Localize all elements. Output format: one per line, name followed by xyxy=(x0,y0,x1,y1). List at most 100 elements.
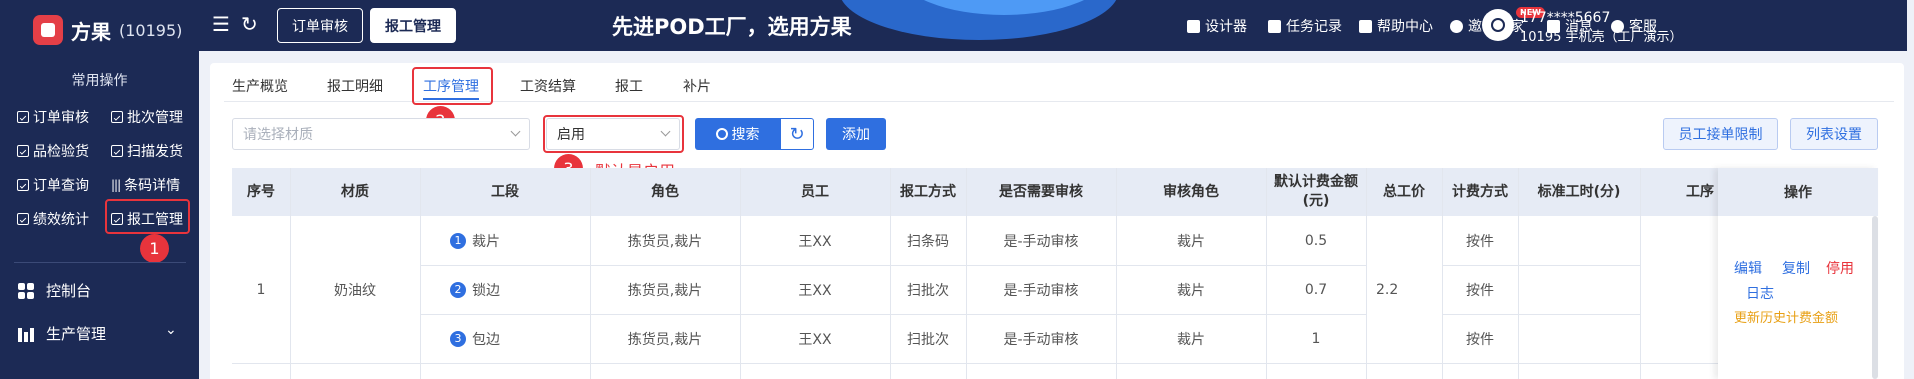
menu-icon[interactable]: ☰ xyxy=(212,12,230,36)
annotation-box-1 xyxy=(105,199,190,234)
annotation-badge-1: 1 xyxy=(140,234,169,263)
sidebar-item-dashboard[interactable]: 控制台 xyxy=(18,280,91,301)
barcode-icon: ||| xyxy=(111,178,121,192)
refresh-icon[interactable]: ↻ xyxy=(241,12,258,36)
search-icon xyxy=(715,128,728,140)
disable-link[interactable]: 停用 xyxy=(1826,258,1854,278)
cell-review-role: 裁片 xyxy=(1177,233,1205,250)
cell-report-method: 扫条码 xyxy=(907,233,949,250)
header-link-help[interactable]: 帮助中心 xyxy=(1359,16,1433,36)
brand[interactable]: 方果 (10195) xyxy=(33,13,182,47)
copy-link[interactable]: 复制 xyxy=(1782,258,1810,278)
user-phone[interactable]: 177****5667 xyxy=(1520,10,1610,26)
user-icon xyxy=(1491,18,1505,32)
list-icon xyxy=(1268,19,1281,33)
cell-billing: 按件 xyxy=(1466,233,1494,250)
cell-staff: 王XX xyxy=(798,233,832,250)
staff-order-limit-button[interactable]: 员工接单限制 xyxy=(1663,118,1778,150)
chevron-down-icon xyxy=(510,126,521,137)
cell-need-review: 是-手动审核 xyxy=(1003,331,1079,348)
list-settings-button[interactable]: 列表设置 xyxy=(1790,118,1878,150)
cell-material: 奶油纹 xyxy=(334,282,376,299)
quick-item-order-review[interactable]: 订单审核 xyxy=(17,107,89,127)
sidebar-item-production[interactable]: 生产管理 xyxy=(18,323,106,344)
header-link-task-log[interactable]: 任务记录 xyxy=(1268,16,1342,36)
cell-step: 2 锁边 xyxy=(450,265,590,314)
col-header-staff: 员工 xyxy=(801,183,829,200)
avatar[interactable] xyxy=(1482,9,1514,41)
cell-report-method: 扫批次 xyxy=(907,282,949,299)
quick-item-barcode-detail[interactable]: ||| 条码详情 xyxy=(111,175,180,195)
document-icon xyxy=(111,111,123,123)
header-edge xyxy=(1907,0,1914,51)
cell-role: 拣货员,裁片 xyxy=(627,282,703,299)
quick-item-performance-stats[interactable]: 绩效统计 xyxy=(17,209,89,229)
cell-default-amount: 0.5 xyxy=(1304,232,1328,249)
cell-staff: 王XX xyxy=(798,331,832,348)
col-header-material: 材质 xyxy=(341,183,369,200)
annotation-box-2 xyxy=(412,67,493,105)
add-button[interactable]: 添加 xyxy=(826,118,886,150)
brand-name: 方果 xyxy=(71,19,111,44)
chevron-down-icon[interactable]: ⌄ xyxy=(165,322,177,338)
material-select[interactable]: 请选择材质 xyxy=(232,118,530,150)
tab-wage-settlement[interactable]: 工资结算 xyxy=(520,76,576,96)
col-header-billing: 计费方式 xyxy=(1452,183,1508,200)
help-icon xyxy=(1359,19,1372,33)
tab-production-overview[interactable]: 生产概览 xyxy=(232,76,288,96)
header-link-designer[interactable]: 设计器 xyxy=(1187,16,1247,36)
table-scrollbar[interactable] xyxy=(1872,216,1878,379)
page-scrollbar-track[interactable] xyxy=(1906,55,1914,379)
cell-step: 3 包边 xyxy=(450,314,590,363)
col-header-default-amount: 默认计费金额(元) xyxy=(1274,174,1358,209)
cell-default-amount: 0.7 xyxy=(1304,281,1328,298)
col-header-total-price: 总工价 xyxy=(1383,183,1425,200)
step-number-badge: 2 xyxy=(450,281,466,298)
production-icon xyxy=(18,326,34,342)
dashboard-icon xyxy=(18,282,34,299)
header-tab-report-manage[interactable]: 报工管理 xyxy=(370,8,456,43)
col-header-step: 工段 xyxy=(491,183,519,200)
tab-report[interactable]: 报工 xyxy=(615,76,643,96)
update-history-amount-link[interactable]: 更新历史计费金额 xyxy=(1734,307,1838,326)
col-header-index: 序号 xyxy=(247,183,275,200)
quick-item-scan-ship[interactable]: 扫描发货 xyxy=(111,141,183,161)
col-header-ops: 操作 xyxy=(1718,168,1878,216)
col-header-review-role: 审核角色 xyxy=(1163,183,1219,200)
ops-column: 操作 编辑 复制 停用 日志 更新历史计费金额 xyxy=(1718,168,1878,379)
edit-link[interactable]: 编辑 xyxy=(1734,258,1762,278)
cell-billing: 按件 xyxy=(1466,331,1494,348)
header-tab-order-review[interactable]: 订单审核 xyxy=(277,8,363,43)
quick-item-batch-manage[interactable]: 批次管理 xyxy=(111,107,183,127)
cell-review-role: 裁片 xyxy=(1177,282,1205,299)
log-link[interactable]: 日志 xyxy=(1746,283,1774,303)
user-account[interactable]: 10195 手机壳（工厂演示） xyxy=(1520,26,1683,45)
tab-report-detail[interactable]: 报工明细 xyxy=(327,76,383,96)
step-number-badge: 1 xyxy=(450,232,466,249)
cell-default-amount: 1 xyxy=(1311,330,1321,347)
cell-staff: 王XX xyxy=(798,282,832,299)
cell-need-review: 是-手动审核 xyxy=(1003,233,1079,250)
col-header-report-method: 报工方式 xyxy=(900,183,956,200)
header-slogan: 先进POD工厂，选用方果 xyxy=(612,15,852,39)
cell-report-method: 扫批次 xyxy=(907,331,949,348)
refresh-icon: ↻ xyxy=(789,123,805,145)
tab-patch[interactable]: 补片 xyxy=(683,76,711,96)
cell-review-role: 裁片 xyxy=(1177,331,1205,348)
cell-need-review: 是-手动审核 xyxy=(1003,282,1079,299)
brand-count: (10195) xyxy=(119,20,183,40)
top-header: ☰ ↻ 订单审核 报工管理 先进POD工厂，选用方果 设计器 任务记录 帮助中心… xyxy=(199,0,1914,51)
image-icon xyxy=(1187,19,1200,33)
refresh-button[interactable]: ↻ xyxy=(780,118,814,150)
quick-item-order-query[interactable]: 订单查询 xyxy=(17,175,89,195)
quick-ops-title: 常用操作 xyxy=(71,73,128,89)
search-button[interactable]: 搜索 xyxy=(695,118,780,150)
quick-item-quality-check[interactable]: 品检验货 xyxy=(17,141,89,161)
checkbox-icon xyxy=(17,111,29,123)
step-number-badge: 3 xyxy=(450,330,466,347)
cell-total-price: 2.2 xyxy=(1376,281,1399,298)
cell-index: 1 xyxy=(256,281,266,298)
cell-step: 1 裁片 xyxy=(450,216,590,265)
cell-billing: 按件 xyxy=(1466,282,1494,299)
col-header-need-review: 是否需要审核 xyxy=(999,183,1083,200)
